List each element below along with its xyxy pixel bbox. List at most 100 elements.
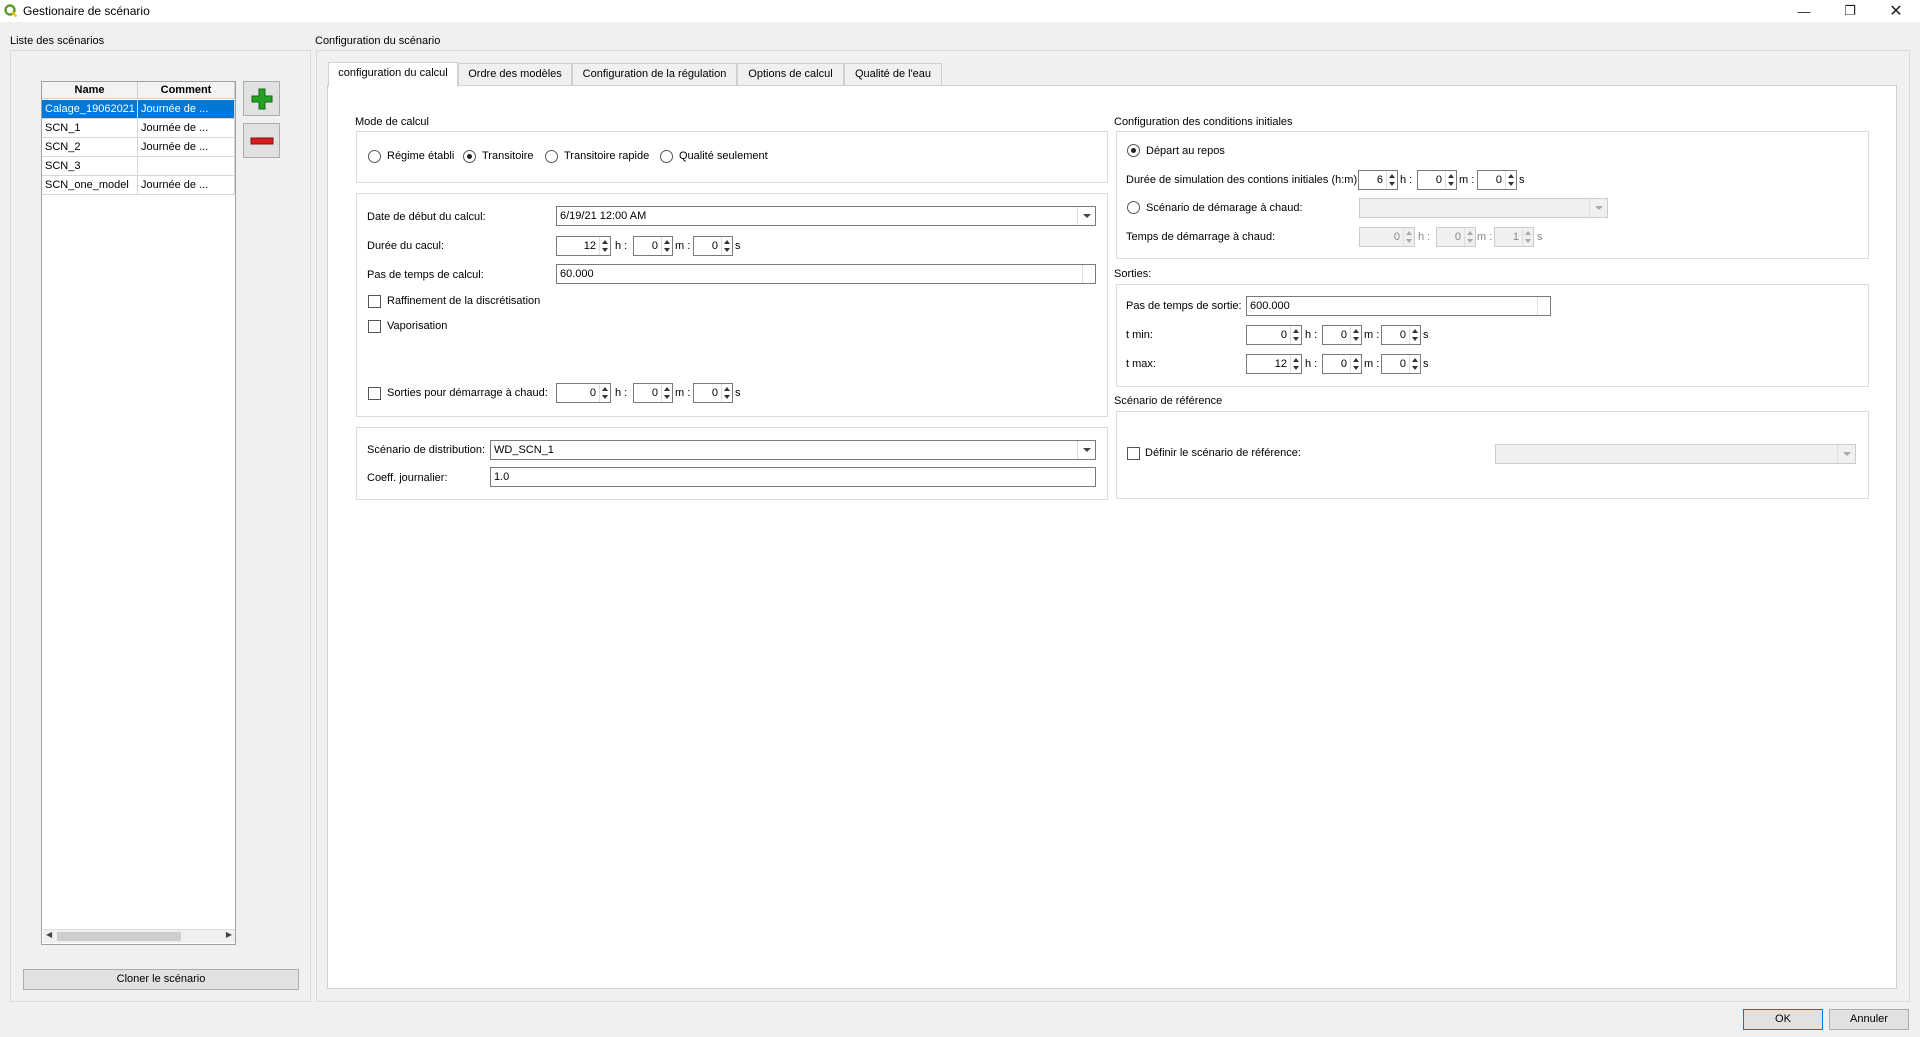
tmax-minutes-spinbox[interactable]: 0 (1322, 354, 1362, 374)
chevron-down-icon[interactable] (1077, 441, 1095, 459)
table-row-comment[interactable]: Journée de ... (138, 100, 235, 119)
spin-arrows-icon[interactable] (1386, 171, 1397, 189)
tmax-hours-spinbox[interactable]: 12 (1246, 354, 1302, 374)
spin-arrows-icon[interactable] (661, 384, 672, 402)
table-row-name[interactable]: SCN_1 (42, 119, 138, 138)
scenario-list-title: Liste des scénarios (10, 35, 105, 47)
chevron-down-icon[interactable] (1077, 207, 1095, 225)
tab-qualite-eau[interactable]: Qualité de l'eau (844, 63, 942, 86)
hotstart-seconds-spinbox[interactable]: 0 (693, 383, 733, 403)
spin-arrows-icon[interactable] (599, 384, 610, 402)
hotstart-minutes-spinbox[interactable]: 0 (633, 383, 673, 403)
duration-hours-spinbox[interactable]: 12 (556, 236, 611, 256)
reference-select[interactable] (1495, 444, 1856, 464)
hotstart-hours-spinbox[interactable]: 0 (556, 383, 611, 403)
tab-configuration-regulation[interactable]: Configuration de la régulation (572, 63, 737, 86)
spin-arrows-icon[interactable] (1082, 265, 1095, 283)
radio-label: Régime établi (387, 150, 455, 162)
hot-time-seconds-spinbox[interactable]: 1 (1494, 227, 1534, 247)
vaporisation-checkbox[interactable] (368, 320, 381, 333)
tmin-hours-spinbox[interactable]: 0 (1246, 325, 1302, 345)
refine-checkbox[interactable] (368, 295, 381, 308)
init-seconds-spinbox[interactable]: 0 (1477, 170, 1517, 190)
spin-value: 0 (1340, 358, 1347, 370)
scroll-thumb[interactable] (57, 932, 181, 941)
spin-arrows-icon[interactable] (661, 237, 672, 255)
tmin-seconds-spinbox[interactable]: 0 (1381, 325, 1421, 345)
spin-arrows-icon[interactable] (721, 384, 732, 402)
timestep-label: Pas de temps de calcul: (367, 269, 484, 281)
minimize-icon[interactable]: — (1781, 0, 1827, 22)
table-row-name[interactable]: SCN_3 (42, 157, 138, 176)
distribution-select[interactable]: WD_SCN_1 (490, 440, 1096, 460)
reference-checkbox[interactable] (1127, 447, 1140, 460)
column-header-name[interactable]: Name (42, 82, 138, 99)
init-hours-spinbox[interactable]: 6 (1358, 170, 1398, 190)
radio-qualite-seulement[interactable] (660, 150, 673, 163)
output-step-field[interactable]: 600.000 (1246, 296, 1551, 316)
hot-time-minutes-spinbox[interactable]: 0 (1436, 227, 1476, 247)
spin-arrows-icon[interactable] (1350, 355, 1361, 373)
timestep-field[interactable]: 60.000 (556, 264, 1096, 284)
spin-arrows-icon[interactable] (1350, 326, 1361, 344)
spin-arrows-icon[interactable] (721, 237, 732, 255)
restore-icon[interactable]: ❐ (1827, 0, 1873, 22)
table-row-comment[interactable] (138, 157, 235, 176)
seconds-unit: s (735, 240, 741, 252)
table-row-name[interactable]: Calage_19062021 (42, 100, 138, 119)
table-row-name[interactable]: SCN_2 (42, 138, 138, 157)
table-row-name[interactable]: SCN_one_model (42, 176, 138, 195)
spin-arrows-icon[interactable] (1403, 228, 1414, 246)
spin-arrows-icon[interactable] (1290, 326, 1301, 344)
spin-arrows-icon[interactable] (1445, 171, 1456, 189)
hotstart-outputs-checkbox[interactable] (368, 387, 381, 400)
spin-arrows-icon[interactable] (1464, 228, 1475, 246)
spin-arrows-icon[interactable] (1522, 228, 1533, 246)
radio-depart-repos[interactable] (1127, 144, 1140, 157)
spin-arrows-icon[interactable] (1409, 355, 1420, 373)
tmin-minutes-spinbox[interactable]: 0 (1322, 325, 1362, 345)
add-scenario-button[interactable] (243, 81, 280, 116)
chevron-down-icon[interactable] (1589, 199, 1607, 217)
tab-ordre-modeles[interactable]: Ordre des modèles (458, 63, 572, 86)
start-date-field[interactable]: 6/19/21 12:00 AM (556, 206, 1096, 226)
clone-scenario-button[interactable]: Cloner le scénario (23, 969, 299, 990)
duration-seconds-spinbox[interactable]: 0 (693, 236, 733, 256)
tab-configuration-calcul[interactable]: configuration du calcul (328, 62, 458, 87)
cancel-button[interactable]: Annuler (1829, 1009, 1909, 1030)
table-row-comment[interactable]: Journée de ... (138, 138, 235, 157)
table-row-comment[interactable]: Journée de ... (138, 176, 235, 195)
coeff-field[interactable]: 1.0 (490, 467, 1096, 487)
radio-transitoire[interactable] (463, 150, 476, 163)
timestep-value: 60.000 (560, 268, 594, 280)
minutes-unit: m : (1459, 174, 1475, 186)
tmax-seconds-spinbox[interactable]: 0 (1381, 354, 1421, 374)
hot-start-scenario-select[interactable] (1359, 198, 1608, 218)
spin-arrows-icon[interactable] (1505, 171, 1516, 189)
ok-button[interactable]: OK (1743, 1009, 1823, 1030)
spin-value: 0 (1280, 329, 1287, 341)
radio-hot-start-scenario[interactable] (1127, 201, 1140, 214)
qgis-logo-icon (4, 4, 18, 18)
spin-arrows-icon[interactable] (599, 237, 610, 255)
column-header-comment[interactable]: Comment (138, 82, 235, 99)
hot-time-hours-spinbox[interactable]: 0 (1359, 227, 1415, 247)
duration-minutes-spinbox[interactable]: 0 (633, 236, 673, 256)
spin-arrows-icon[interactable] (1537, 297, 1550, 315)
scenario-table[interactable]: Name Comment Calage_19062021 Journée de … (41, 81, 236, 945)
horizontal-scrollbar[interactable]: ◀ ▶ (43, 929, 235, 943)
init-minutes-spinbox[interactable]: 0 (1417, 170, 1457, 190)
scroll-left-icon[interactable]: ◀ (46, 930, 52, 939)
radio-regime-etabli[interactable] (368, 150, 381, 163)
spin-arrows-icon[interactable] (1290, 355, 1301, 373)
seconds-unit: s (735, 387, 741, 399)
scroll-right-icon[interactable]: ▶ (226, 930, 232, 939)
chevron-down-icon[interactable] (1837, 445, 1855, 463)
mode-calcul-title: Mode de calcul (355, 116, 429, 128)
table-row-comment[interactable]: Journée de ... (138, 119, 235, 138)
spin-arrows-icon[interactable] (1409, 326, 1420, 344)
remove-scenario-button[interactable] (243, 123, 280, 158)
close-icon[interactable]: ✕ (1873, 0, 1919, 22)
radio-transitoire-rapide[interactable] (545, 150, 558, 163)
tab-options-calcul[interactable]: Options de calcul (737, 63, 844, 86)
